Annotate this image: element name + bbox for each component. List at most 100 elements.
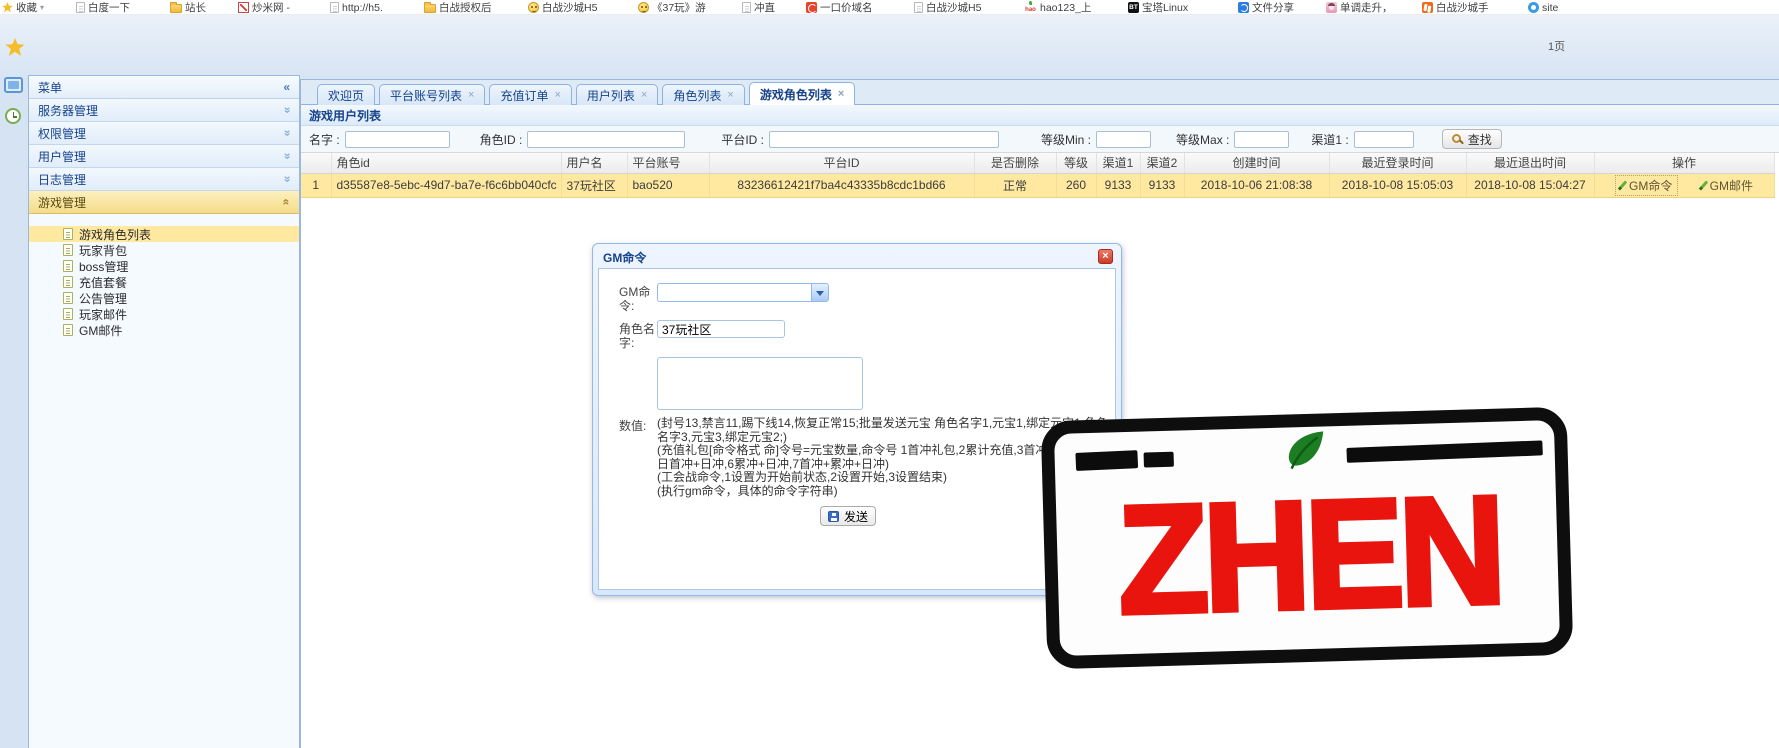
bookmark-item[interactable]: 白战沙城H5 [528,1,597,14]
section-label: 日志管理 [38,171,86,188]
taobao-icon [1422,2,1433,13]
avatar-icon [1326,2,1337,13]
sidebar-section-server[interactable]: 服务器管理 « [29,99,299,122]
sidebar-item-player-bag[interactable]: 玩家背包 [29,242,299,258]
gm-command-dialog: GM命令 × GM命令: 角色名字: 数值: (封号13,禁言11,踢下线14,… [592,243,1122,596]
bookmark-item[interactable]: 冲直 [742,1,775,14]
role-id-filter-input[interactable] [527,131,685,148]
sidebar-section-log[interactable]: 日志管理 « [29,168,299,191]
bookmark-item[interactable]: 文件分享 [1238,1,1294,14]
column-header[interactable]: 操作 [1594,153,1774,173]
bookmark-item[interactable]: 一口价域名 [806,1,873,14]
role-name-input[interactable] [657,320,785,338]
sidebar-section-user[interactable]: 用户管理 « [29,145,299,168]
bookmark-item[interactable]: http://h5. [330,1,383,14]
level-min-filter-input[interactable] [1096,131,1151,148]
clock-icon[interactable] [5,108,21,124]
smiley-icon [638,2,649,13]
column-header[interactable]: 用户名 [561,153,627,173]
sidebar-item-announcement[interactable]: 公告管理 [29,290,299,306]
bookmark-item[interactable]: 站长 [170,1,206,14]
column-header[interactable]: 等级 [1056,153,1096,173]
gm-mail-button[interactable]: GM邮件 [1702,177,1753,194]
filter-toolbar: 名字 : 角色ID : 平台ID : 等级Min : 等级Max : 渠道1 :… [301,126,1779,153]
bookmark-label: 宝塔Linux [1142,0,1188,15]
chevron-down-icon[interactable] [811,284,828,301]
table-row[interactable]: 1 d35587e8-5ebc-49d7-ba7e-f6c6bb040cfc 3… [301,173,1774,197]
dialog-close-button[interactable]: × [1098,249,1113,264]
sidebar-item-game-role-list[interactable]: 游戏角色列表 [29,226,299,242]
bookmark-item[interactable]: 白战沙城H5 [914,1,981,14]
search-button[interactable]: 查找 [1442,129,1502,149]
sidebar-section-game[interactable]: 游戏管理 « [29,191,299,214]
bookmark-item[interactable]: haohao123_上 [1024,1,1091,14]
sidebar-item-boss[interactable]: boss管理 [29,258,299,274]
channel1-filter-input[interactable] [1354,131,1414,148]
column-header[interactable]: 最近退出时间 [1466,153,1594,173]
column-header[interactable]: 平台账号 [627,153,709,173]
value-field-label: 数值: [619,417,657,498]
level-max-filter-label: 等级Max : [1176,131,1229,148]
close-icon[interactable]: × [554,90,560,101]
value-textarea[interactable] [657,357,863,410]
cell-actions: GM命令 GM邮件 [1594,173,1774,197]
column-header[interactable]: 平台ID [709,153,974,173]
sidebar-item-recharge-package[interactable]: 充值套餐 [29,274,299,290]
share-icon [1238,2,1249,13]
tab-role-list[interactable]: 角色列表× [662,84,744,105]
bookmark-item[interactable]: 白战授权后 [424,1,492,14]
bookmark-item[interactable]: site [1528,1,1558,14]
zhen-watermark-stamp: ZHEN [1041,407,1574,670]
pencil-icon [1698,180,1708,190]
close-icon[interactable]: × [727,90,733,101]
platform-id-filter-input[interactable] [769,131,999,148]
chevron-down-icon: « [280,176,294,183]
bookmark-label: 冲直 [754,0,775,15]
gm-command-label: GM命令 [1629,177,1672,194]
sidebar-item-gm-mail[interactable]: GM邮件 [29,322,299,338]
tab-welcome[interactable]: 欢迎页 [317,84,375,105]
table-header-row: 角色id 用户名 平台账号 平台ID 是否删除 等级 渠道1 渠道2 创建时间 … [301,153,1774,173]
level-max-filter-input[interactable] [1234,131,1289,148]
close-icon[interactable]: × [641,90,647,101]
bookmark-item[interactable]: BT宝塔Linux [1128,1,1188,14]
collapse-sidebar-icon[interactable]: « [283,80,290,94]
sidebar-section-permission[interactable]: 权限管理 « [29,122,299,145]
bookmark-item[interactable]: 炒米网 - [238,1,290,14]
name-filter-input[interactable] [345,131,450,148]
tab-user-list[interactable]: 用户列表× [576,84,658,105]
column-header[interactable]: 创建时间 [1184,153,1329,173]
document-icon [63,276,73,288]
bookmark-item[interactable]: 白战沙城手 [1422,1,1489,14]
baota-icon: BT [1128,2,1139,13]
site-icon [1528,2,1539,13]
close-icon[interactable]: × [468,90,474,101]
column-header[interactable]: 渠道1 [1096,153,1140,173]
bookmark-item[interactable]: 白度一下 [76,1,130,14]
gm-command-button[interactable]: GM命令 [1615,175,1678,196]
name-filter-label: 名字 : [309,131,340,148]
bookmark-item[interactable]: 《37玩》游 [638,1,706,14]
bookmark-item[interactable]: 单调走升， [1326,1,1393,14]
tab-recharge-orders[interactable]: 充值订单× [489,84,571,105]
bookmark-favorites[interactable]: 收藏▾ [2,1,44,14]
column-header[interactable]: 角色id [331,153,561,173]
tab-platform-accounts[interactable]: 平台账号列表× [379,84,485,105]
tab-game-role-list[interactable]: 游戏角色列表 × [749,82,855,105]
sidebar: 菜单 « 服务器管理 « 权限管理 « 用户管理 « 日志管理 « 游戏管理 «… [28,75,300,748]
chart-icon [238,2,249,13]
column-header[interactable]: 最近登录时间 [1329,153,1466,173]
column-header-seq[interactable] [301,153,331,173]
column-header[interactable]: 渠道2 [1140,153,1184,173]
gm-command-select[interactable] [657,283,829,302]
monitor-icon[interactable] [4,77,23,93]
sidebar-item-player-mail[interactable]: 玩家邮件 [29,306,299,322]
send-button[interactable]: 发送 [820,506,876,526]
star-icon [2,2,13,13]
section-label: 用户管理 [38,148,86,165]
close-icon[interactable]: × [838,89,844,100]
role-id-filter-label: 角色ID : [480,131,523,148]
column-header[interactable]: 是否删除 [974,153,1056,173]
sidebar-header: 菜单 « [29,76,299,99]
tab-label: 游戏角色列表 [760,86,832,103]
